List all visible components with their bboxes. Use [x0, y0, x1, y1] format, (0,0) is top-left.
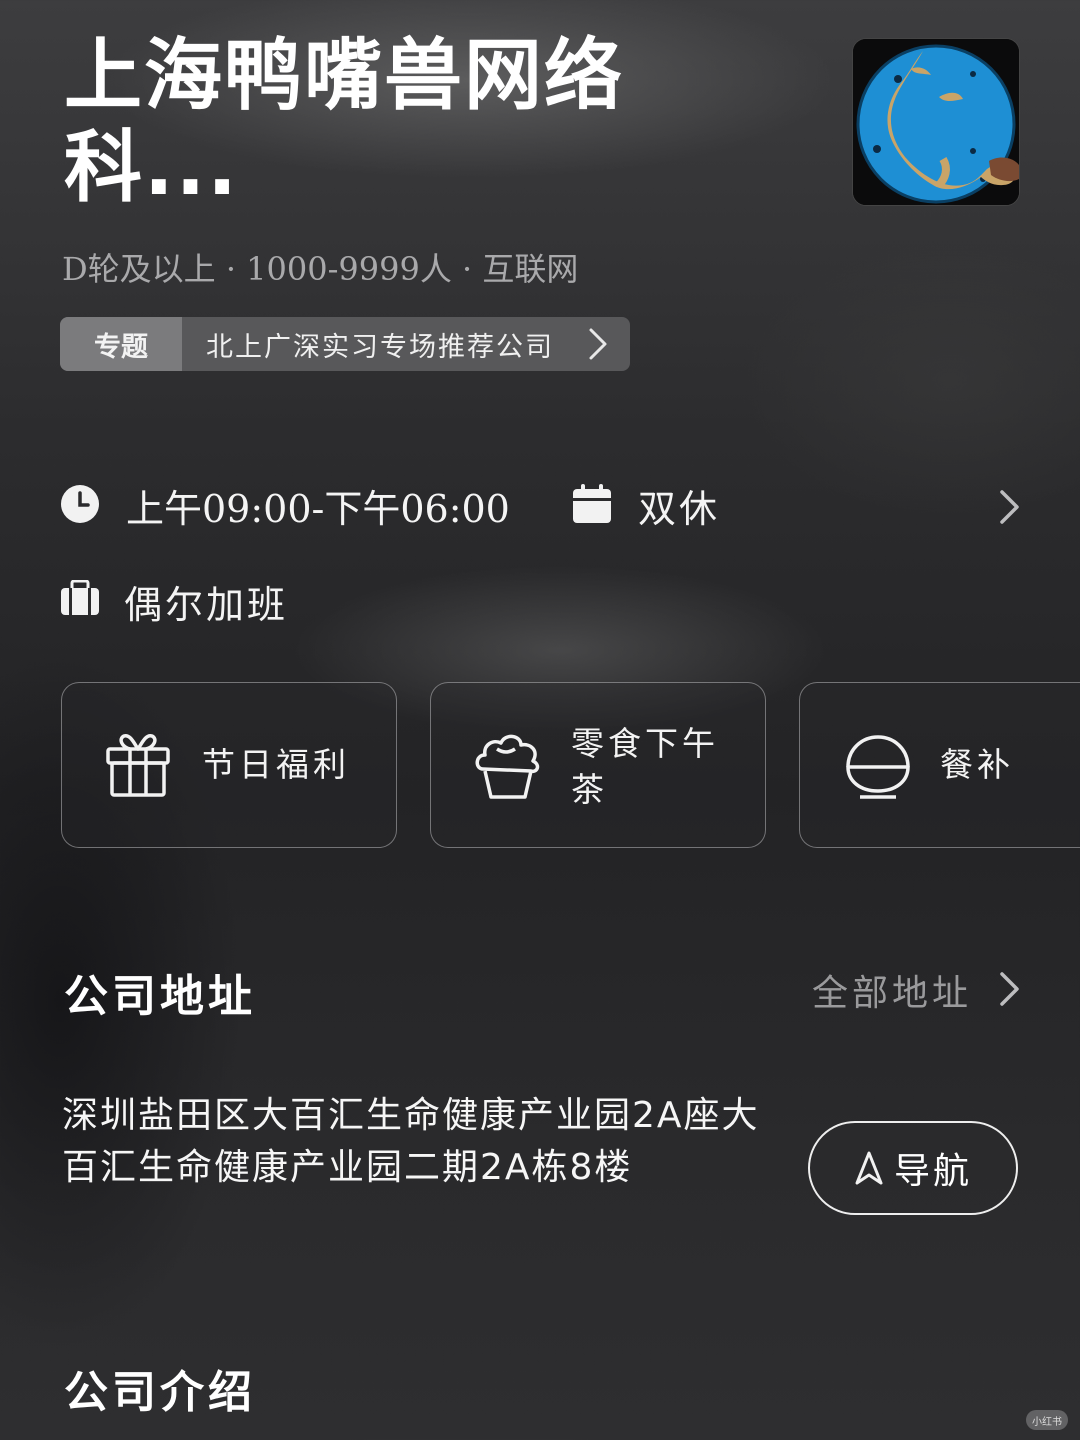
chevron-right-icon [589, 328, 607, 360]
benefit-label: 节日福利 [202, 745, 350, 784]
clock-icon [61, 485, 99, 523]
navigate-label: 导航 [893, 1151, 972, 1192]
benefit-card-meal[interactable]: 餐补 [799, 682, 1080, 848]
gift-icon [106, 734, 170, 797]
address-section-title: 公司地址 [64, 971, 256, 1022]
cupcake-icon [475, 734, 540, 799]
topic-tag: 专题 [60, 317, 182, 371]
briefcase-icon [61, 580, 99, 615]
schedule-chevron-right-icon[interactable] [998, 488, 1022, 526]
intro-section-title: 公司介绍 [64, 1367, 256, 1418]
benefit-card-holiday[interactable]: 节日福利 [61, 682, 397, 848]
calendar-icon [573, 484, 611, 523]
rest-days: 双休 [638, 487, 721, 531]
rice-bowl-icon [846, 735, 910, 799]
work-hours: 上午09:00-下午06:00 [126, 487, 510, 531]
topic-banner[interactable]: 专题 北上广深实习专场推荐公司 [60, 317, 630, 371]
navigation-arrow-icon [855, 1151, 883, 1185]
topic-text: 北上广深实习专场推荐公司 [206, 331, 554, 363]
company-name: 上海鸭嘴兽网络科... [64, 31, 625, 213]
platypus-logo-icon [853, 39, 1019, 205]
all-addresses-link[interactable]: 全部地址 [812, 964, 972, 1016]
company-address: 深圳盐田区大百汇生命健康产业园2A座大百汇生命健康产业园二期2A栋8楼 [62, 1095, 760, 1188]
benefit-label: 餐补 [940, 745, 1014, 784]
watermark: 小红书 [1026, 1410, 1068, 1430]
company-meta: D轮及以上 · 1000-9999人 · 互联网 [62, 250, 579, 288]
benefit-card-snacks[interactable]: 零食下午茶 [430, 682, 766, 848]
company-logo [852, 38, 1020, 206]
benefit-label: 零食下午茶 [571, 724, 719, 809]
navigate-button[interactable]: 导航 [808, 1121, 1018, 1215]
all-addresses-chevron-icon[interactable] [998, 970, 1022, 1008]
overtime-info: 偶尔加班 [124, 583, 289, 627]
